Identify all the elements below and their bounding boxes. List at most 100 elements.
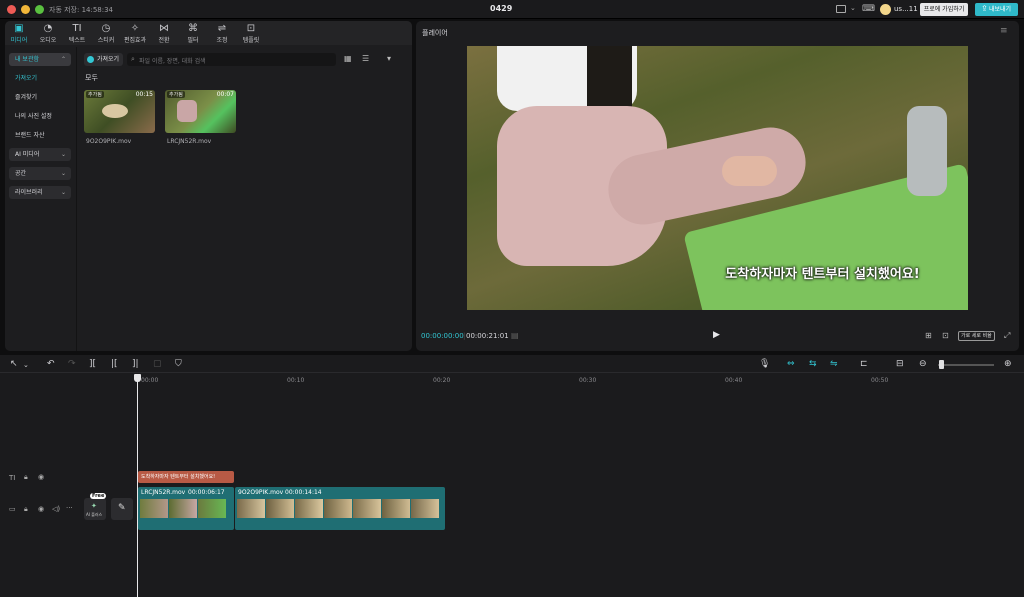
ai-icon: ✦ bbox=[91, 502, 97, 510]
tab-filter[interactable]: ⌘ 필터 bbox=[179, 23, 207, 44]
project-title: 0429 bbox=[490, 4, 513, 13]
ai-plus-button[interactable]: ✦ AI 플러스 bbox=[84, 498, 106, 520]
fit-icon[interactable]: ⊞ bbox=[925, 331, 932, 340]
tab-template[interactable]: ⊡ 템플릿 bbox=[237, 23, 265, 44]
split-right-icon[interactable]: ]| bbox=[132, 359, 139, 369]
sidebar-item-photo-settings[interactable]: 나의 사진 설정 bbox=[9, 110, 71, 123]
minimize-window-button[interactable] bbox=[21, 5, 30, 14]
chevron-down-icon: ⌄ bbox=[60, 170, 66, 177]
lock-icon[interactable]: 🔒︎ bbox=[24, 505, 28, 514]
zoom-in-icon[interactable]: ⊕ bbox=[1004, 359, 1012, 369]
search-icon: ⌕ bbox=[131, 55, 135, 63]
video-clip[interactable]: LRCJN52R.mov 00:00:06:17 bbox=[138, 487, 234, 530]
split-icon[interactable]: ][ bbox=[89, 359, 96, 369]
microphone-icon[interactable]: 🎙︎ bbox=[759, 359, 770, 369]
select-tool-icon[interactable]: ↖ bbox=[10, 359, 18, 369]
playhead[interactable] bbox=[137, 375, 138, 597]
media-item[interactable]: 추가됨 00:07 bbox=[165, 90, 236, 133]
avatar[interactable] bbox=[880, 4, 891, 15]
video-clip[interactable]: 9O2O9PIK.mov 00:00:14:14 bbox=[235, 487, 445, 530]
added-badge: 추가됨 bbox=[86, 91, 104, 98]
chevron-down-icon[interactable]: ⌄ bbox=[850, 4, 856, 12]
tab-transition[interactable]: ⋈ 전환 bbox=[150, 23, 178, 44]
sidebar-item-library[interactable]: 라이브러리 ⌄ bbox=[9, 186, 71, 199]
thumbnail-person bbox=[177, 100, 197, 122]
tab-adjust[interactable]: ⇌ 조정 bbox=[208, 23, 236, 44]
chevron-up-icon: ⌃ bbox=[60, 56, 66, 63]
all-label: 모두 bbox=[85, 74, 98, 82]
layout-icon[interactable] bbox=[836, 5, 846, 13]
join-pro-button[interactable]: 프로에 가입하기 bbox=[920, 3, 968, 16]
redo-icon[interactable]: ↷ bbox=[68, 359, 76, 369]
clip-frame bbox=[198, 499, 226, 518]
timeline-panel: ↖ ⌄ ↶ ↷ ][ |[ ]| ▢ ⛉ 🎙︎ ⇔ ⇆ ⇋ ⊏ ⊟ ⊖ ⊕ 00… bbox=[0, 355, 1024, 597]
sidebar-item-my-storage[interactable]: 내 보관함 ⌃ bbox=[9, 53, 71, 66]
linkage-icon[interactable]: ⇋ bbox=[830, 359, 838, 369]
tick-label: 00:00 bbox=[141, 377, 159, 384]
chevron-down-icon: ⌄ bbox=[60, 151, 66, 158]
close-window-button[interactable] bbox=[7, 5, 16, 14]
zoom-slider[interactable] bbox=[938, 364, 994, 366]
fullscreen-icon[interactable]: ⤢ bbox=[1004, 331, 1010, 341]
search-input[interactable]: ⌕ 파일 이름, 장면, 대화 검색 bbox=[127, 53, 336, 66]
media-filename: LRCJN52R.mov bbox=[167, 138, 212, 145]
time-ruler[interactable]: 00:00 00:10 00:20 00:30 00:40 00:50 bbox=[138, 375, 1024, 384]
template-icon: ⊡ bbox=[246, 23, 256, 34]
video-preview[interactable]: 도착하자마자 텐트부터 설치했어요! bbox=[467, 46, 968, 310]
zoom-out-icon[interactable]: ⊖ bbox=[919, 359, 927, 369]
media-icon: ▣ bbox=[14, 23, 24, 34]
tick-label: 00:40 bbox=[725, 377, 743, 384]
player-panel: 플레이어 ≡ 도착하자마자 텐트부터 설치했어요! 00:00:00:00 | … bbox=[416, 21, 1019, 351]
lock-icon[interactable]: 🔒︎ bbox=[24, 473, 28, 482]
sidebar-item-ai-media[interactable]: AI 미디어 ⌄ bbox=[9, 148, 71, 161]
split-left-icon[interactable]: |[ bbox=[111, 359, 118, 369]
chevron-down-icon[interactable]: ⌄ bbox=[23, 361, 29, 369]
delete-icon[interactable]: ▢ bbox=[153, 359, 162, 369]
preview-axis-icon[interactable]: ⊏ bbox=[860, 359, 868, 369]
tab-text[interactable]: TI 텍스트 bbox=[63, 23, 91, 44]
clip-frame bbox=[140, 499, 168, 518]
zoom-slider-handle[interactable] bbox=[939, 360, 944, 369]
effects-icon: ✧ bbox=[130, 23, 140, 34]
sidebar-item-space[interactable]: 공간 ⌄ bbox=[9, 167, 71, 180]
text-track-icon: TI bbox=[9, 474, 16, 482]
tab-effects[interactable]: ✧ 편집효과 bbox=[121, 23, 149, 44]
text-clip[interactable]: 도착하자마자 텐트부터 설치했어요! bbox=[138, 471, 234, 483]
asset-toolbar: ▣ 미디어 ◔ 오디오 TI 텍스트 ◷ 스티커 ✧ 편집효과 ⋈ 전환 ⌘ 필터 ⇌ 조정 ⊡… bbox=[5, 21, 412, 45]
clip-frame bbox=[382, 499, 410, 518]
video-subtitle: 도착하자마자 텐트부터 설치했어요! bbox=[725, 267, 920, 282]
waveform-icon[interactable]: ▤ bbox=[511, 331, 519, 340]
media-item[interactable]: 추가됨 00:15 bbox=[84, 90, 155, 133]
undo-icon[interactable]: ↶ bbox=[47, 359, 55, 369]
auto-snap-icon[interactable]: ⇆ bbox=[809, 359, 817, 369]
sidebar-item-favorites[interactable]: 즐겨찾기 bbox=[9, 91, 71, 104]
menu-icon[interactable]: ≡ bbox=[1000, 26, 1008, 36]
grid-view-icon[interactable]: ▦ bbox=[344, 54, 352, 63]
cover-edit-button[interactable]: ✎ bbox=[111, 498, 133, 520]
audio-icon[interactable]: ◁) bbox=[52, 505, 60, 513]
caption-icon[interactable]: ⊟ bbox=[896, 359, 904, 369]
main-track-magnet-icon[interactable]: ⇔ bbox=[787, 359, 795, 369]
sidebar-item-import[interactable]: 가져오기 bbox=[9, 72, 71, 85]
media-sidebar: 내 보관함 ⌃ 가져오기 즐겨찾기 나의 사진 설정 브랜드 자산 AI 미디어 ⌄… bbox=[5, 47, 75, 351]
player-title: 플레이어 bbox=[422, 29, 448, 37]
tab-audio[interactable]: ◔ 오디오 bbox=[34, 23, 62, 44]
filter-icon[interactable]: ▾ bbox=[387, 54, 391, 63]
shoe bbox=[907, 106, 947, 196]
playhead-handle[interactable] bbox=[134, 374, 141, 382]
aspect-ratio-button[interactable]: 가로 세로 비율 bbox=[958, 331, 995, 341]
maximize-window-button[interactable] bbox=[35, 5, 44, 14]
clip-duration: 00:00:14:14 bbox=[285, 489, 322, 496]
more-icon[interactable]: ··· bbox=[66, 504, 73, 512]
tab-media[interactable]: ▣ 미디어 bbox=[5, 23, 33, 44]
play-button[interactable]: ▶ bbox=[713, 330, 720, 340]
sidebar-item-brand-assets[interactable]: 브랜드 자산 bbox=[9, 129, 71, 142]
visibility-icon[interactable]: ◉ bbox=[38, 505, 44, 513]
visibility-icon[interactable]: ◉ bbox=[38, 473, 44, 481]
marker-icon[interactable]: ⛉ bbox=[175, 359, 182, 369]
sort-icon[interactable]: ☰ bbox=[362, 54, 369, 63]
tab-sticker[interactable]: ◷ 스티커 bbox=[92, 23, 120, 44]
media-duration: 00:15 bbox=[135, 91, 153, 98]
keyboard-icon[interactable]: ⌨ bbox=[862, 4, 875, 14]
crop-icon[interactable]: ⊡ bbox=[942, 331, 949, 340]
